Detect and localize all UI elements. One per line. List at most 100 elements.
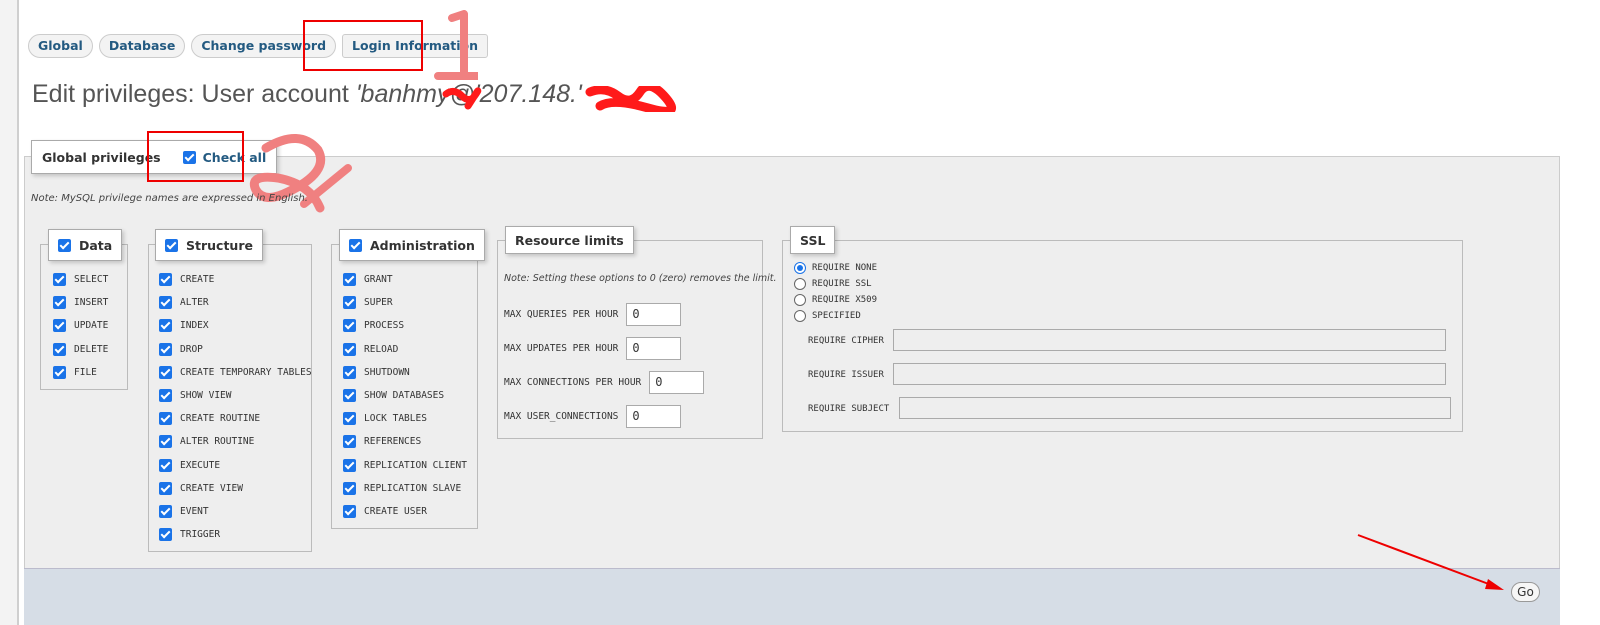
- privilege-checkbox[interactable]: [159, 319, 172, 333]
- privilege-checkbox[interactable]: [159, 528, 172, 542]
- privilege-item[interactable]: REFERENCES: [343, 430, 467, 453]
- data-group-checkbox[interactable]: [58, 238, 71, 252]
- privilege-checkbox[interactable]: [53, 296, 66, 310]
- privilege-item[interactable]: PROCESS: [343, 314, 467, 337]
- privilege-item[interactable]: SHUTDOWN: [343, 361, 467, 384]
- privilege-item[interactable]: CREATE: [159, 268, 312, 291]
- privilege-checkbox[interactable]: [53, 319, 66, 333]
- tab-global[interactable]: Global: [28, 34, 93, 58]
- radio-button[interactable]: [794, 310, 806, 322]
- privilege-item[interactable]: CREATE USER: [343, 500, 467, 523]
- require-subject-input[interactable]: [899, 397, 1451, 419]
- privilege-item[interactable]: SELECT: [53, 268, 108, 291]
- privilege-item[interactable]: CREATE TEMPORARY TABLES: [159, 361, 312, 384]
- privilege-checkbox[interactable]: [343, 481, 356, 495]
- mysql-privilege-note: Note: MySQL privilege names are expresse…: [31, 193, 308, 204]
- privilege-item[interactable]: SHOW DATABASES: [343, 384, 467, 407]
- privilege-item[interactable]: TRIGGER: [159, 523, 312, 546]
- max-user-connections-label: MAX USER_CONNECTIONS: [504, 411, 619, 422]
- privilege-checkbox[interactable]: [343, 458, 356, 472]
- data-privileges-list: SELECT INSERT UPDATE DELETE FILE: [53, 268, 108, 384]
- privilege-item[interactable]: INDEX: [159, 314, 312, 337]
- ssl-option-require-ssl[interactable]: REQUIRE SSL: [794, 278, 872, 290]
- tab-database[interactable]: Database: [98, 34, 186, 58]
- privilege-checkbox[interactable]: [343, 342, 356, 356]
- max-updates-input[interactable]: 0: [626, 337, 682, 360]
- privilege-label: SELECT: [74, 274, 109, 286]
- privilege-checkbox[interactable]: [343, 435, 356, 449]
- privilege-label: SUPER: [364, 297, 393, 309]
- privilege-item[interactable]: DELETE: [53, 338, 108, 361]
- privilege-item[interactable]: EVENT: [159, 500, 312, 523]
- privilege-item[interactable]: FILE: [53, 361, 108, 384]
- privilege-checkbox[interactable]: [159, 412, 172, 426]
- administration-privileges-list: GRANT SUPER PROCESS RELOAD SHUTDOWN SHOW…: [343, 268, 467, 523]
- global-privileges-label: Global privileges: [42, 149, 161, 165]
- privilege-item[interactable]: REPLICATION SLAVE: [343, 477, 467, 500]
- privilege-checkbox[interactable]: [343, 319, 356, 333]
- radio-button[interactable]: [794, 262, 806, 274]
- privilege-checkbox[interactable]: [53, 342, 66, 356]
- privilege-item[interactable]: CREATE VIEW: [159, 477, 312, 500]
- privilege-item[interactable]: GRANT: [343, 268, 467, 291]
- privilege-checkbox[interactable]: [159, 389, 172, 403]
- privilege-item[interactable]: EXECUTE: [159, 454, 312, 477]
- privilege-checkbox[interactable]: [343, 412, 356, 426]
- privilege-label: DROP: [180, 343, 203, 355]
- privilege-item[interactable]: INSERT: [53, 291, 108, 314]
- structure-legend[interactable]: Structure: [155, 229, 263, 261]
- privilege-item[interactable]: ALTER: [159, 291, 312, 314]
- privilege-item[interactable]: CREATE ROUTINE: [159, 407, 312, 430]
- privilege-label: ALTER ROUTINE: [180, 436, 255, 448]
- privilege-checkbox[interactable]: [343, 296, 356, 310]
- data-legend[interactable]: Data: [48, 229, 123, 261]
- privilege-item[interactable]: RELOAD: [343, 338, 467, 361]
- privilege-checkbox[interactable]: [159, 273, 172, 287]
- structure-privileges-list: CREATE ALTER INDEX DROP CREATE TEMPORARY…: [159, 268, 312, 546]
- privilege-label: ALTER: [180, 297, 209, 309]
- privilege-item[interactable]: DROP: [159, 338, 312, 361]
- privilege-checkbox[interactable]: [159, 435, 172, 449]
- structure-group-checkbox[interactable]: [165, 238, 178, 252]
- privilege-item[interactable]: SHOW VIEW: [159, 384, 312, 407]
- privilege-label: GRANT: [364, 274, 393, 286]
- privilege-checkbox[interactable]: [159, 458, 172, 472]
- privilege-checkbox[interactable]: [343, 504, 356, 518]
- ssl-option-label: REQUIRE X509: [812, 295, 878, 305]
- privilege-label: EVENT: [180, 505, 209, 517]
- privilege-checkbox[interactable]: [343, 389, 356, 403]
- privilege-checkbox[interactable]: [53, 273, 66, 287]
- administration-group-checkbox[interactable]: [349, 238, 362, 252]
- ssl-option-require-x509[interactable]: REQUIRE X509: [794, 294, 877, 306]
- max-queries-input[interactable]: 0: [626, 303, 682, 326]
- privilege-item[interactable]: LOCK TABLES: [343, 407, 467, 430]
- radio-button[interactable]: [794, 278, 806, 290]
- privilege-label: CREATE: [180, 274, 215, 286]
- privilege-item[interactable]: UPDATE: [53, 314, 108, 337]
- privilege-checkbox[interactable]: [159, 504, 172, 518]
- max-queries-label: MAX QUERIES PER HOUR: [504, 309, 619, 320]
- max-user-connections-input[interactable]: 0: [626, 405, 682, 428]
- privilege-checkbox[interactable]: [343, 273, 356, 287]
- privilege-label: CREATE TEMPORARY TABLES: [180, 366, 312, 378]
- go-button[interactable]: Go: [1511, 582, 1540, 602]
- privilege-checkbox[interactable]: [159, 342, 172, 356]
- require-issuer-input[interactable]: [893, 363, 1446, 385]
- privilege-checkbox[interactable]: [159, 365, 172, 379]
- ssl-option-require-none[interactable]: REQUIRE NONE: [794, 262, 877, 274]
- privilege-item[interactable]: SUPER: [343, 291, 467, 314]
- privilege-checkbox[interactable]: [343, 365, 356, 379]
- privilege-label: INSERT: [74, 297, 109, 309]
- ssl-option-label: REQUIRE NONE: [812, 263, 878, 273]
- privilege-checkbox[interactable]: [53, 365, 66, 379]
- data-group-label: Data: [79, 237, 113, 253]
- privilege-item[interactable]: ALTER ROUTINE: [159, 430, 312, 453]
- privilege-item[interactable]: REPLICATION CLIENT: [343, 454, 467, 477]
- max-connections-input[interactable]: 0: [649, 371, 705, 394]
- privilege-checkbox[interactable]: [159, 481, 172, 495]
- privilege-checkbox[interactable]: [159, 296, 172, 310]
- require-cipher-input[interactable]: [893, 329, 1446, 351]
- administration-legend[interactable]: Administration: [339, 229, 485, 261]
- ssl-option-specified[interactable]: SPECIFIED: [794, 310, 861, 322]
- radio-button[interactable]: [794, 294, 806, 306]
